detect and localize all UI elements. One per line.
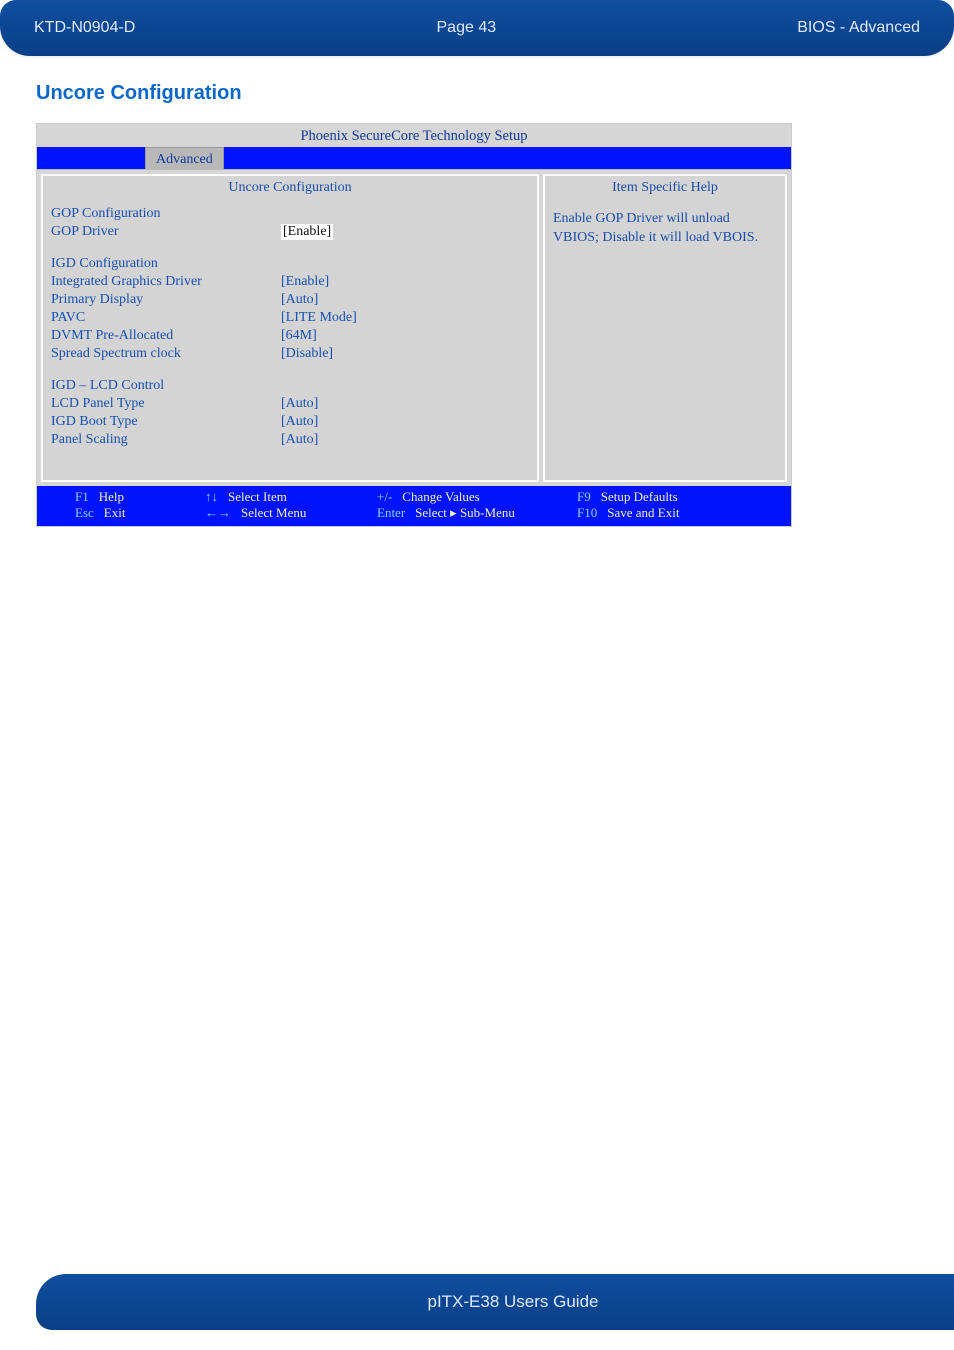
tab-advanced[interactable]: Advanced (145, 147, 224, 169)
setting-value: [Enable] (281, 224, 333, 240)
setting-row[interactable]: Primary Display [Auto] (51, 292, 529, 308)
bios-help-pane: Item Specific Help Enable GOP Driver wil… (543, 174, 787, 482)
header-left: KTD-N0904-D (34, 19, 135, 37)
setting-value: [Auto] (281, 292, 318, 308)
setting-label: Spread Spectrum clock (51, 346, 277, 362)
key-action: Select Menu (241, 505, 306, 521)
footer-text: pITX-E38 Users Guide (427, 1292, 598, 1312)
bios-tabs: Advanced (37, 147, 791, 169)
page-header: KTD-N0904-D Page 43 BIOS - Advanced (0, 0, 954, 56)
setting-label: IGD Boot Type (51, 414, 277, 430)
setting-label: Integrated Graphics Driver (51, 274, 277, 290)
bios-key-help: F1 Help ↑↓ Select Item +/- Change Values F9… (37, 486, 791, 526)
setting-label: DVMT Pre-Allocated (51, 328, 277, 344)
setting-value: [LITE Mode] (281, 310, 357, 326)
setting-value: [Enable] (281, 274, 329, 290)
key-f9: F9 (577, 489, 591, 505)
group-gop-heading: GOP Configuration (51, 206, 529, 222)
key-action: Save and Exit (607, 505, 679, 521)
bios-left-header: Uncore Configuration (51, 180, 529, 196)
setting-row[interactable]: Panel Scaling [Auto] (51, 432, 529, 448)
page-footer: pITX-E38 Users Guide (36, 1274, 954, 1330)
key-line: Esc Exit ←→ Select Menu Enter Select ▸ Sub-… (37, 505, 791, 521)
key-leftright: ←→ (205, 505, 231, 521)
key-action: Help (99, 489, 124, 505)
setting-value: [Auto] (281, 432, 318, 448)
setting-label: GOP Driver (51, 224, 277, 240)
section-title: Uncore Configuration (36, 82, 918, 105)
group-lcd-heading: IGD – LCD Control (51, 378, 529, 394)
group-igd-heading: IGD Configuration (51, 256, 529, 272)
setting-label: Panel Scaling (51, 432, 277, 448)
key-action: Setup Defaults (601, 489, 678, 505)
setting-row[interactable]: IGD Boot Type [Auto] (51, 414, 529, 430)
key-f1: F1 (75, 489, 89, 505)
setting-label: LCD Panel Type (51, 396, 277, 412)
setting-row[interactable]: GOP Driver [Enable] (51, 224, 529, 240)
key-action: Select ▸ Sub-Menu (415, 505, 515, 521)
setting-label: PAVC (51, 310, 277, 326)
key-plusminus: +/- (377, 489, 392, 505)
setting-value: [Disable] (281, 346, 333, 362)
bios-title: Phoenix SecureCore Technology Setup (37, 124, 791, 147)
setting-label: Primary Display (51, 292, 277, 308)
setting-row[interactable]: Spread Spectrum clock [Disable] (51, 346, 529, 362)
key-f10: F10 (577, 505, 597, 521)
key-action: Select Item (228, 489, 287, 505)
setting-row[interactable]: PAVC [LITE Mode] (51, 310, 529, 326)
key-action: Change Values (402, 489, 479, 505)
key-enter: Enter (377, 505, 405, 521)
bios-right-header: Item Specific Help (553, 180, 777, 196)
header-center: Page 43 (437, 19, 497, 37)
key-line: F1 Help ↑↓ Select Item +/- Change Values F9… (37, 489, 791, 505)
key-esc: Esc (75, 505, 94, 521)
setting-row[interactable]: Integrated Graphics Driver [Enable] (51, 274, 529, 290)
setting-value: [Auto] (281, 414, 318, 430)
key-updown: ↑↓ (205, 489, 218, 505)
bios-help-text: Enable GOP Driver will unload VBIOS; Dis… (553, 210, 777, 248)
setting-row[interactable]: LCD Panel Type [Auto] (51, 396, 529, 412)
bios-settings-pane: Uncore Configuration GOP Configuration G… (41, 174, 539, 482)
setting-value: [Auto] (281, 396, 318, 412)
setting-row[interactable]: DVMT Pre-Allocated [64M] (51, 328, 529, 344)
key-action: Exit (104, 505, 126, 521)
header-right: BIOS - Advanced (797, 19, 920, 37)
bios-body: Uncore Configuration GOP Configuration G… (37, 169, 791, 486)
bios-panel: Phoenix SecureCore Technology Setup Adva… (36, 123, 792, 527)
setting-value: [64M] (281, 328, 317, 344)
